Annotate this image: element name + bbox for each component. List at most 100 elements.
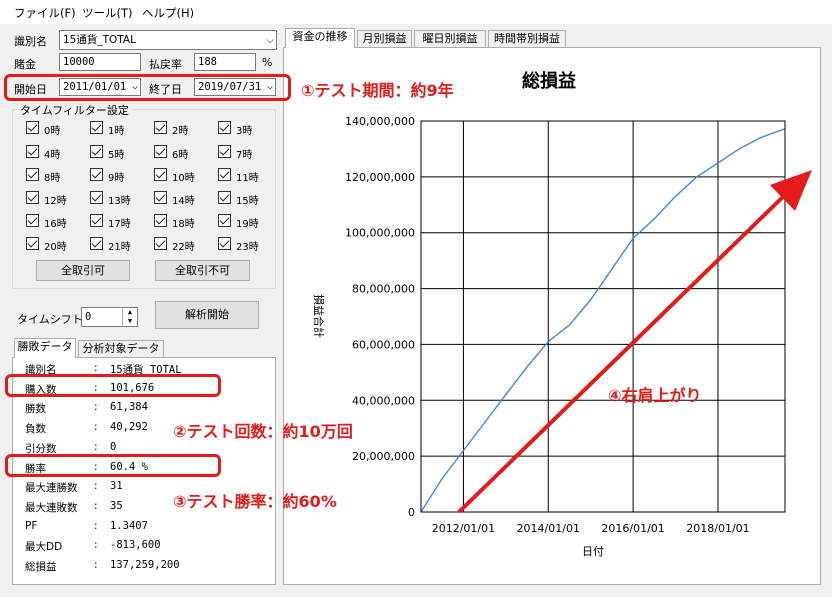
hour-checkbox[interactable] <box>90 145 103 158</box>
hour-checkbox-label: 19時 <box>236 219 259 230</box>
hour-checkbox-label: 15時 <box>236 196 259 207</box>
hour-checkbox-label: 7時 <box>236 150 253 161</box>
hour-checkbox[interactable] <box>154 121 167 134</box>
timeshift-label: タイムシフト <box>17 313 83 326</box>
stat-value: 40,292 <box>110 421 148 434</box>
tab-weekday-pl[interactable]: 曜日別損益 <box>414 30 486 48</box>
hour-checkbox[interactable] <box>154 214 167 227</box>
hour-checkbox[interactable] <box>26 168 39 181</box>
stat-separator: : <box>94 401 98 414</box>
stat-value: 1.3407 <box>110 519 148 532</box>
hour-checkbox[interactable] <box>90 191 103 204</box>
stat-value: 137,259,200 <box>110 559 180 571</box>
id-combobox[interactable]: 15通貨_TOTAL ⌵ <box>59 30 277 50</box>
check-all-button[interactable]: 全取引可 <box>36 260 130 281</box>
stat-value: 61,384 <box>110 401 148 414</box>
hour-checkbox-label: 0時 <box>44 126 61 137</box>
hour-checkbox[interactable] <box>26 121 39 134</box>
hour-checkbox-label: 1時 <box>108 126 125 137</box>
x-tick-label: 2014/01/01 <box>517 522 580 535</box>
hour-checkbox[interactable] <box>218 145 231 158</box>
hour-checkbox-label: 5時 <box>108 150 125 161</box>
payout-input-value: 188 <box>198 56 217 68</box>
bet-input[interactable]: 10000 <box>59 53 141 71</box>
stat-label: 負数 <box>25 423 46 436</box>
hour-checkbox-label: 3時 <box>236 126 253 137</box>
tab-analysis-data[interactable]: 分析対象データ <box>78 340 164 358</box>
hour-checkbox[interactable] <box>26 214 39 227</box>
stat-separator: : <box>94 440 98 453</box>
payout-unit: % <box>262 56 273 69</box>
tab-capital-trend[interactable]: 資金の推移 <box>285 28 355 48</box>
y-axis-label: 損益合計 <box>312 294 326 338</box>
stat-separator: : <box>94 362 98 374</box>
tab-win-loss[interactable]: 勝敗データ <box>14 338 76 358</box>
hour-checkbox-label: 16時 <box>44 219 67 230</box>
stat-label: 最大DD <box>25 541 63 554</box>
annotation-test-count: ②テスト回数：約10万回 <box>173 422 353 441</box>
id-label: 識別名 <box>14 35 47 48</box>
timeshift-value: 0 <box>85 311 92 323</box>
menu-file[interactable]: ファイル(F) <box>14 5 76 21</box>
hour-checkbox-label: 9時 <box>108 173 125 184</box>
annotation-test-period: ①テスト期間：約9年 <box>301 81 454 100</box>
x-axis-label: 日付 <box>582 545 604 558</box>
hour-checkbox[interactable] <box>154 145 167 158</box>
stat-value: -813,600 <box>110 539 161 552</box>
y-tick-label: 60,000,000 <box>352 338 415 351</box>
menu-tools[interactable]: ツール(T) <box>82 5 133 21</box>
profit-chart: 総損益 損益合計 日付 0 20,000,000 40,000,000 60,000,… <box>312 70 786 558</box>
payout-label: 払戻率 <box>149 58 182 71</box>
hour-checkbox-label: 23時 <box>236 242 259 253</box>
hour-checkbox[interactable] <box>90 214 103 227</box>
hour-checkbox[interactable] <box>218 191 231 204</box>
tab-monthly-pl[interactable]: 月別損益 <box>357 30 412 48</box>
annotation-upward: ④右肩上がり <box>608 386 702 405</box>
hour-checkbox[interactable] <box>218 121 231 134</box>
hour-checkbox-label: 14時 <box>172 196 195 207</box>
hour-checkbox[interactable] <box>26 145 39 158</box>
hour-checkbox[interactable] <box>26 191 39 204</box>
chart-title: 総損益 <box>522 70 576 92</box>
hour-checkbox[interactable] <box>218 237 231 250</box>
analyze-button[interactable]: 解析開始 <box>155 301 259 329</box>
y-tick-label: 20,000,000 <box>352 450 415 463</box>
hour-checkbox-label: 4時 <box>44 150 61 161</box>
hour-checkbox-label: 13時 <box>108 196 131 207</box>
x-tick-label: 2018/01/01 <box>686 522 749 535</box>
hour-checkbox[interactable] <box>26 237 39 250</box>
hour-checkbox[interactable] <box>90 121 103 134</box>
hour-checkbox-label: 8時 <box>44 173 61 184</box>
plot-frame <box>420 120 786 513</box>
stat-label: 総損益 <box>25 561 57 573</box>
y-tick-label: 120,000,000 <box>345 171 415 184</box>
hour-checkbox-label: 10時 <box>172 173 195 184</box>
uncheck-all-button[interactable]: 全取引不可 <box>155 260 250 281</box>
hour-checkbox[interactable] <box>154 191 167 204</box>
hour-checkbox[interactable] <box>154 237 167 250</box>
stat-label: 勝数 <box>25 403 46 416</box>
x-tick-label: 2012/01/01 <box>432 522 495 535</box>
spinner-icon[interactable]: ▲ ▼ <box>122 308 137 326</box>
hour-checkbox-label: 21時 <box>108 242 131 253</box>
hour-checkbox[interactable] <box>154 168 167 181</box>
stat-label: 最大連敗数 <box>25 501 78 514</box>
payout-input[interactable]: 188 <box>194 53 256 71</box>
annotation-test-winrate: ③テスト勝率：約60% <box>173 492 337 511</box>
hour-checkbox-label: 18時 <box>172 219 195 230</box>
timeshift-input[interactable]: 0 ▲ ▼ <box>81 307 138 327</box>
hour-checkbox[interactable] <box>218 168 231 181</box>
menu-help[interactable]: ヘルプ(H) <box>142 5 194 21</box>
bet-input-value: 10000 <box>63 56 95 68</box>
series-line <box>420 128 786 513</box>
hour-checkbox[interactable] <box>90 168 103 181</box>
hour-checkbox-label: 20時 <box>44 242 67 253</box>
stat-separator: : <box>94 421 98 434</box>
tab-hourly-pl[interactable]: 時間帯別損益 <box>488 30 566 48</box>
hour-checkbox[interactable] <box>218 214 231 227</box>
hour-checkbox[interactable] <box>90 237 103 250</box>
hour-checkbox-label: 22時 <box>172 242 195 253</box>
hour-checkbox-label: 12時 <box>44 196 67 207</box>
highlight-purchase-count <box>5 374 221 397</box>
stat-separator: : <box>94 539 98 552</box>
